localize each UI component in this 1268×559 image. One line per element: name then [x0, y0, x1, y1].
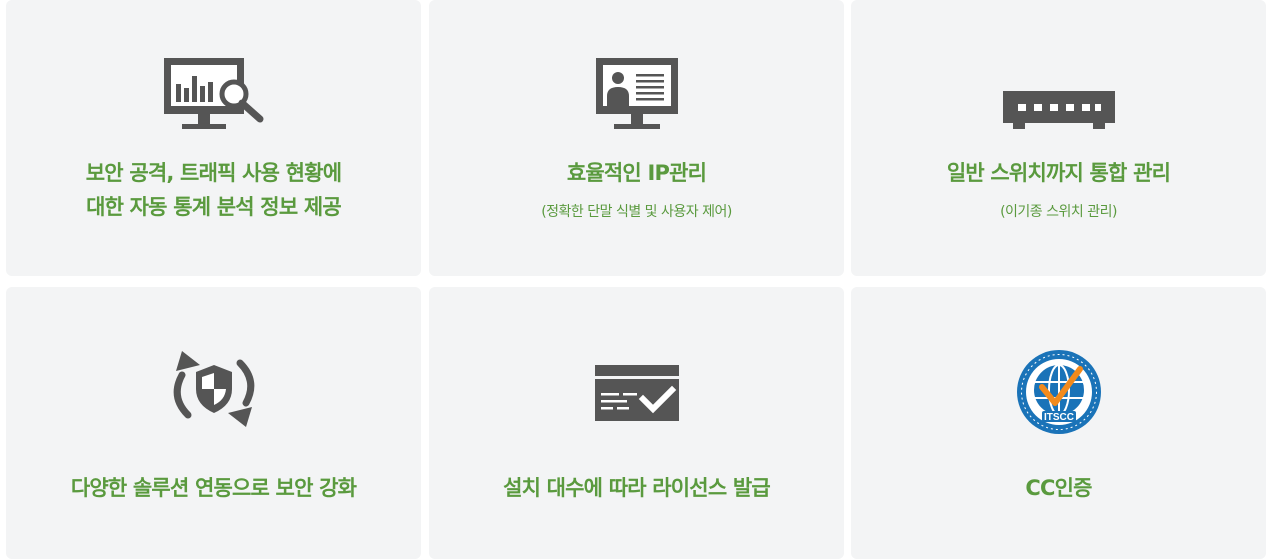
feature-card-cc-certification: ITSCC CC인증 [851, 287, 1266, 559]
feature-title-line2: 대한 자동 통계 분석 정보 제공 [86, 195, 342, 219]
monitor-user-id-icon [595, 58, 678, 129]
license-check-icon [594, 365, 679, 421]
feature-title: 다양한 솔루션 연동으로 보안 강화 [70, 476, 357, 500]
feature-title: 효율적인 IP관리 [566, 161, 707, 185]
feature-card-license: 설치 대수에 따라 라이선스 발급 [429, 287, 844, 559]
feature-card-switch-management: 일반 스위치까지 통합 관리 (이기종 스위치 관리) [851, 0, 1266, 276]
network-switch-icon [1002, 91, 1115, 129]
cc-certification-seal-icon: ITSCC [1016, 350, 1101, 434]
feature-grid: 보안 공격, 트래픽 사용 현황에 대한 자동 통계 분석 정보 제공 효율적인… [0, 0, 1268, 559]
monitor-chart-search-icon [163, 58, 263, 129]
feature-title-line1: 보안 공격, 트래픽 사용 현황에 [85, 161, 342, 185]
svg-text:ITSCC: ITSCC [1044, 412, 1074, 423]
feature-card-ip-management: 효율적인 IP관리 (정확한 단말 식별 및 사용자 제어) [429, 0, 844, 276]
shield-sync-icon [173, 351, 254, 427]
feature-title: 일반 스위치까지 통합 관리 [946, 161, 1171, 185]
feature-card-integration: 다양한 솔루션 연동으로 보안 강화 [6, 287, 421, 559]
feature-title: 설치 대수에 따라 라이선스 발급 [503, 476, 771, 500]
feature-subtitle: (이기종 스위치 관리) [1000, 204, 1117, 220]
feature-subtitle: (정확한 단말 식별 및 사용자 제어) [541, 204, 732, 220]
feature-card-statistics: 보안 공격, 트래픽 사용 현황에 대한 자동 통계 분석 정보 제공 [6, 0, 421, 276]
feature-title: CC인증 [1025, 476, 1092, 500]
